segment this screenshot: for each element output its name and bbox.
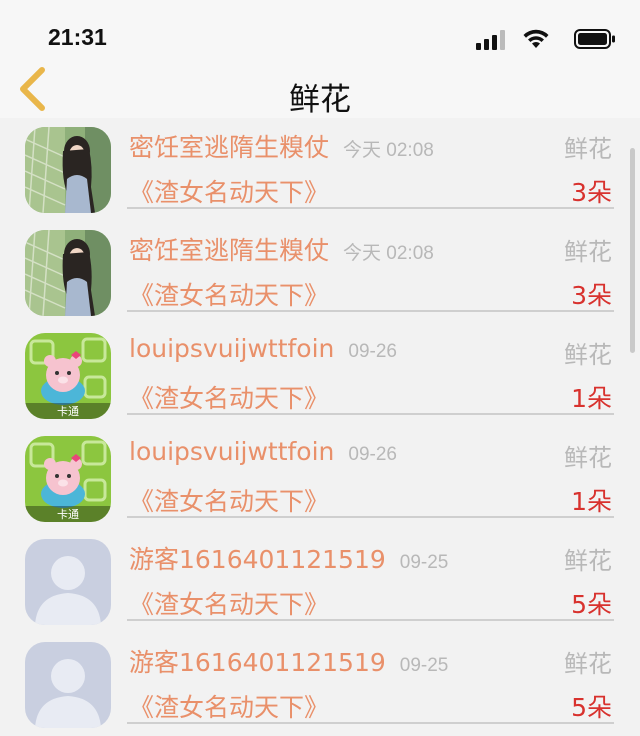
gift-type: 鲜花 bbox=[564, 444, 612, 472]
list-item[interactable]: 密饪室逃隋生糗仗 今天 02:08 鲜花 《渣女名动天下》 3朵 bbox=[0, 221, 640, 324]
avatar bbox=[25, 127, 111, 213]
flower-count: 5朵 bbox=[571, 693, 612, 722]
user-photo-icon bbox=[25, 127, 111, 213]
record-date: 09-25 bbox=[399, 552, 449, 573]
battery-icon bbox=[574, 29, 616, 53]
status-bar: 21:31 bbox=[0, 0, 640, 60]
book-title: 《渣女名动天下》 bbox=[129, 590, 330, 619]
book-title: 《渣女名动天下》 bbox=[129, 384, 330, 413]
flower-record-list: 密饪室逃隋生糗仗 今天 02:08 鲜花 《渣女名动天下》 3朵 密饪室逃隋生糗仗… bbox=[0, 118, 640, 736]
default-user-icon bbox=[25, 642, 111, 728]
record-date: 09-26 bbox=[348, 444, 398, 465]
record-date: 09-25 bbox=[399, 655, 449, 676]
nav-bar: 鲜花 bbox=[0, 60, 640, 118]
flower-count: 5朵 bbox=[571, 590, 612, 619]
avatar bbox=[25, 539, 111, 625]
flower-count: 1朵 bbox=[571, 384, 612, 413]
gift-type: 鲜花 bbox=[564, 547, 612, 575]
page-title: 鲜花 bbox=[289, 82, 351, 118]
default-user-icon bbox=[25, 539, 111, 625]
avatar bbox=[25, 642, 111, 728]
list-item[interactable]: 卡通 louipsvuijwttfoin 09-26 鲜花 《渣女名动天下》 1朵 bbox=[0, 324, 640, 427]
flower-count: 3朵 bbox=[571, 281, 612, 310]
scrollbar[interactable] bbox=[630, 148, 635, 353]
record-date: 今天 02:08 bbox=[343, 140, 434, 161]
book-title: 《渣女名动天下》 bbox=[129, 693, 330, 722]
cartoon-bear-icon: 卡通 bbox=[25, 436, 111, 522]
svg-text:卡通: 卡通 bbox=[57, 405, 79, 418]
list-item[interactable]: 卡通 louipsvuijwttfoin 09-26 鲜花 《渣女名动天下》 1朵 bbox=[0, 427, 640, 530]
divider bbox=[127, 722, 614, 724]
avatar: 卡通 bbox=[25, 333, 111, 419]
list-item[interactable]: 游客1616401121519 09-25 鲜花 《渣女名动天下》 5朵 bbox=[0, 633, 640, 736]
book-title: 《渣女名动天下》 bbox=[129, 487, 330, 516]
book-title: 《渣女名动天下》 bbox=[129, 281, 330, 310]
record-date: 09-26 bbox=[348, 341, 398, 362]
list-item[interactable]: 密饪室逃隋生糗仗 今天 02:08 鲜花 《渣女名动天下》 3朵 bbox=[0, 118, 640, 221]
avatar: 卡通 bbox=[25, 436, 111, 522]
divider bbox=[127, 619, 614, 621]
user-name: 密饪室逃隋生糗仗 今天 02:08 bbox=[129, 133, 434, 162]
gift-type: 鲜花 bbox=[564, 650, 612, 678]
gift-type: 鲜花 bbox=[564, 238, 612, 266]
divider bbox=[127, 413, 614, 415]
status-time: 21:31 bbox=[48, 24, 107, 50]
flower-count: 3朵 bbox=[571, 178, 612, 207]
user-photo-icon bbox=[25, 230, 111, 316]
record-date: 今天 02:08 bbox=[343, 243, 434, 264]
wifi-icon bbox=[522, 28, 550, 54]
gift-type: 鲜花 bbox=[564, 341, 612, 369]
user-name: 游客1616401121519 09-25 bbox=[129, 648, 449, 677]
svg-text:卡通: 卡通 bbox=[57, 508, 79, 521]
divider bbox=[127, 207, 614, 209]
user-name: 密饪室逃隋生糗仗 今天 02:08 bbox=[129, 236, 434, 265]
flower-count: 1朵 bbox=[571, 487, 612, 516]
status-icons bbox=[456, 28, 616, 50]
signal-icon bbox=[476, 30, 506, 54]
gift-type: 鲜花 bbox=[564, 135, 612, 163]
book-title: 《渣女名动天下》 bbox=[129, 178, 330, 207]
user-name: louipsvuijwttfoin 09-26 bbox=[129, 437, 398, 466]
cartoon-bear-icon: 卡通 bbox=[25, 333, 111, 419]
divider bbox=[127, 516, 614, 518]
list-item[interactable]: 游客1616401121519 09-25 鲜花 《渣女名动天下》 5朵 bbox=[0, 530, 640, 633]
avatar bbox=[25, 230, 111, 316]
divider bbox=[127, 310, 614, 312]
user-name: louipsvuijwttfoin 09-26 bbox=[129, 334, 398, 363]
user-name: 游客1616401121519 09-25 bbox=[129, 545, 449, 574]
